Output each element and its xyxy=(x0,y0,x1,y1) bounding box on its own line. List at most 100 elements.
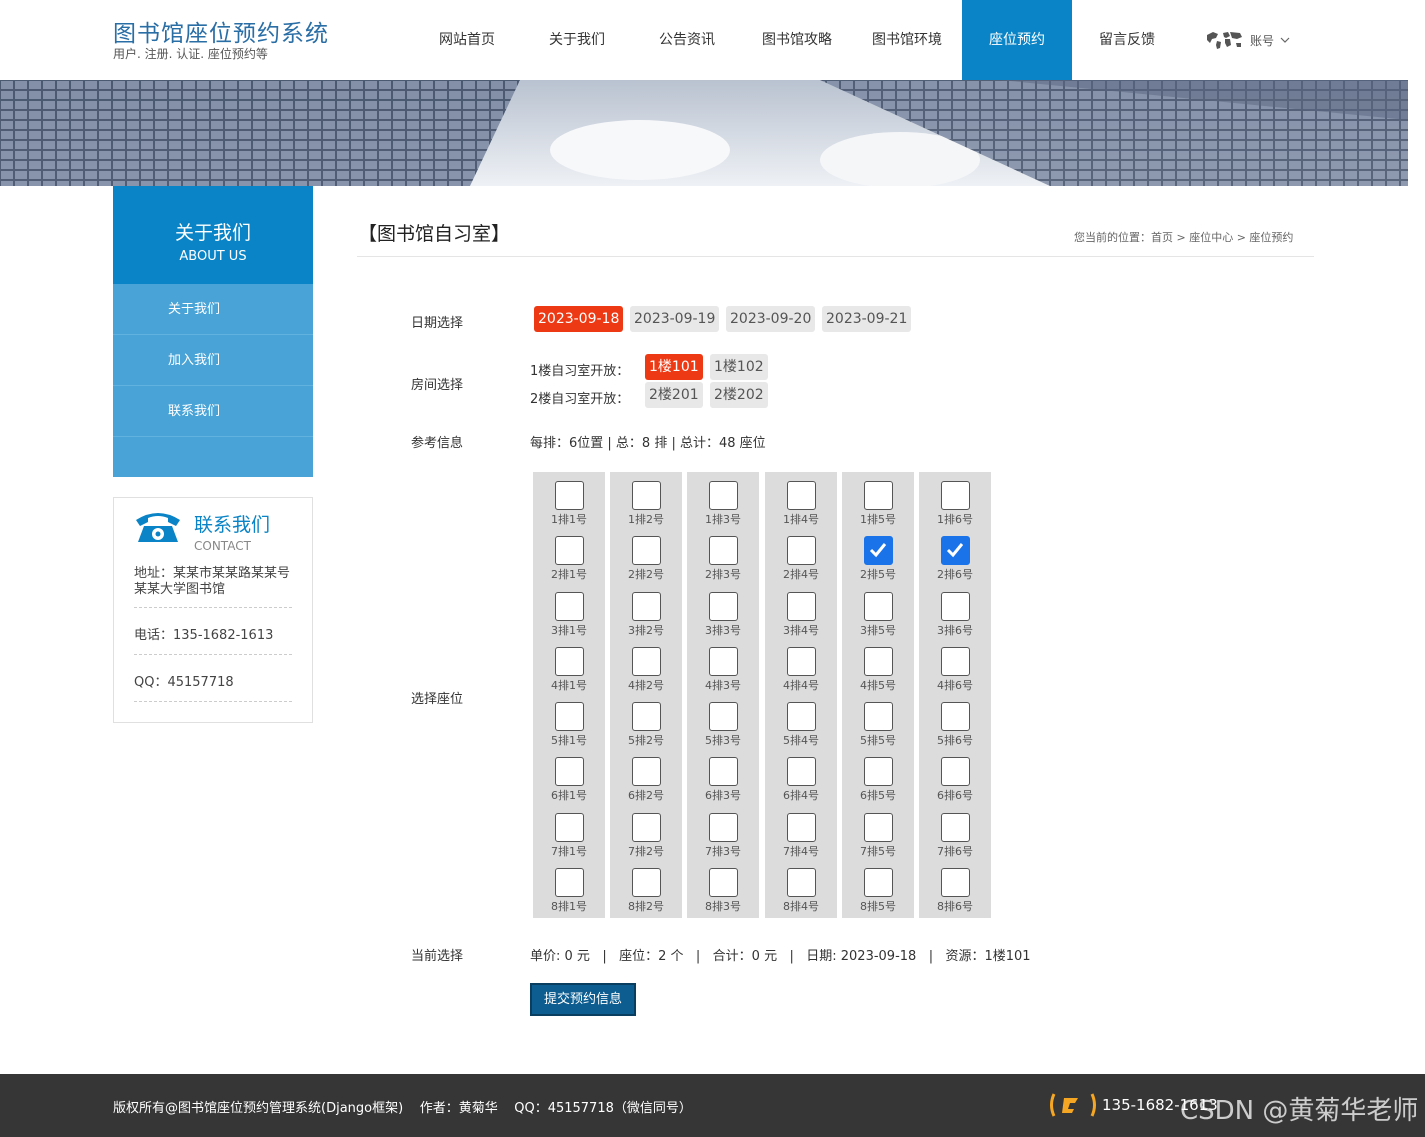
submit-booking-button[interactable]: 提交预约信息 xyxy=(530,983,636,1016)
seat-checkbox[interactable] xyxy=(786,592,816,621)
seat-checkbox[interactable] xyxy=(786,702,816,731)
nav-item-about[interactable]: 关于我们 xyxy=(522,0,632,80)
seat-checkbox[interactable] xyxy=(940,702,970,731)
seat-checkbox[interactable] xyxy=(863,647,893,676)
seat-item: 8排1号 xyxy=(533,868,605,914)
seat-checkbox[interactable] xyxy=(863,813,893,842)
seat-checkbox[interactable] xyxy=(940,647,970,676)
seat-checkbox[interactable] xyxy=(863,536,893,565)
sidebar-item-join[interactable]: 加入我们 xyxy=(113,335,313,386)
seat-checkbox[interactable] xyxy=(940,536,970,565)
seat-label: 8排1号 xyxy=(551,900,587,913)
seat-checkbox[interactable] xyxy=(631,592,661,621)
seat-label: 7排4号 xyxy=(783,845,819,858)
date-option[interactable]: 2023-09-21 xyxy=(822,306,912,332)
seat-item: 6排3号 xyxy=(687,757,759,803)
nav-item-news[interactable]: 公告资讯 xyxy=(632,0,742,80)
seat-checkbox[interactable] xyxy=(940,813,970,842)
nav-item-guide[interactable]: 图书馆攻略 xyxy=(742,0,852,80)
nav-item-seat-booking[interactable]: 座位预约 xyxy=(962,0,1072,80)
seat-checkbox[interactable] xyxy=(863,481,893,510)
date-option[interactable]: 2023-09-20 xyxy=(726,306,816,332)
seat-item: 2排5号 xyxy=(842,536,914,582)
seat-label: 1排5号 xyxy=(860,513,896,526)
seat-item: 6排2号 xyxy=(610,757,682,803)
seat-checkbox[interactable] xyxy=(786,757,816,786)
seat-item: 6排6号 xyxy=(919,757,991,803)
seat-checkbox[interactable] xyxy=(708,757,738,786)
room-option[interactable]: 2楼202 xyxy=(710,382,768,408)
seat-checkbox[interactable] xyxy=(554,647,584,676)
seat-label: 5排1号 xyxy=(551,734,587,747)
seat-label: 3排1号 xyxy=(551,624,587,637)
seat-item: 7排3号 xyxy=(687,813,759,859)
seat-checkbox[interactable] xyxy=(631,481,661,510)
contact-subtitle: CONTACT xyxy=(194,539,251,553)
seat-checkbox[interactable] xyxy=(940,592,970,621)
seat-label: 1排2号 xyxy=(628,513,664,526)
seat-checkbox[interactable] xyxy=(863,702,893,731)
check-icon xyxy=(869,543,886,558)
seat-item: 8排4号 xyxy=(765,868,837,914)
seat-checkbox[interactable] xyxy=(863,592,893,621)
seat-item: 5排3号 xyxy=(687,702,759,748)
seat-checkbox[interactable] xyxy=(554,481,584,510)
seat-checkbox[interactable] xyxy=(786,647,816,676)
nav-item-environment[interactable]: 图书馆环境 xyxy=(852,0,962,80)
seat-item: 1排5号 xyxy=(842,481,914,527)
seat-checkbox[interactable] xyxy=(554,702,584,731)
seat-item: 2排6号 xyxy=(919,536,991,582)
seat-checkbox[interactable] xyxy=(631,702,661,731)
nav-item-home[interactable]: 网站首页 xyxy=(412,0,522,80)
seat-checkbox[interactable] xyxy=(940,481,970,510)
seat-checkbox[interactable] xyxy=(940,868,970,897)
seat-checkbox[interactable] xyxy=(554,536,584,565)
date-option[interactable]: 2023-09-19 xyxy=(630,306,720,332)
seat-checkbox[interactable] xyxy=(554,813,584,842)
header: 图书馆座位预约系统 用户. 注册. 认证. 座位预约等 网站首页 关于我们 公告… xyxy=(0,0,1425,80)
seat-label: 选择座位 xyxy=(411,692,464,707)
seat-checkbox[interactable] xyxy=(863,868,893,897)
seat-checkbox[interactable] xyxy=(554,868,584,897)
seat-checkbox[interactable] xyxy=(631,813,661,842)
seat-checkbox[interactable] xyxy=(708,481,738,510)
seat-checkbox[interactable] xyxy=(708,813,738,842)
room-option[interactable]: 2楼201 xyxy=(645,382,703,408)
seat-item: 1排1号 xyxy=(533,481,605,527)
sidebar-item-contact[interactable]: 联系我们 xyxy=(113,386,313,437)
seat-checkbox[interactable] xyxy=(708,702,738,731)
seat-checkbox[interactable] xyxy=(940,757,970,786)
seat-label: 3排2号 xyxy=(628,624,664,637)
seat-checkbox[interactable] xyxy=(631,647,661,676)
room-option[interactable]: 1楼102 xyxy=(710,354,768,380)
seat-checkbox[interactable] xyxy=(708,536,738,565)
seat-checkbox[interactable] xyxy=(786,813,816,842)
seat-checkbox[interactable] xyxy=(708,592,738,621)
sidebar-item-about[interactable]: 关于我们 xyxy=(113,284,313,335)
site-title[interactable]: 图书馆座位预约系统 xyxy=(113,14,329,48)
seat-checkbox[interactable] xyxy=(631,536,661,565)
seat-checkbox[interactable] xyxy=(708,647,738,676)
seat-item: 4排6号 xyxy=(919,647,991,693)
seat-checkbox[interactable] xyxy=(708,868,738,897)
seat-checkbox[interactable] xyxy=(631,868,661,897)
seat-column: 1排1号 2排1号 3排1号 4排1号 5排1号 6排1号 7排1号 8排1号 xyxy=(533,472,605,918)
date-option[interactable]: 2023-09-18 xyxy=(534,306,624,332)
contact-address: 地址：某某市某某路某某号某某大学图书馆 xyxy=(134,566,292,608)
seat-checkbox[interactable] xyxy=(554,757,584,786)
room-option[interactable]: 1楼101 xyxy=(645,354,703,380)
seat-checkbox[interactable] xyxy=(786,536,816,565)
seat-label: 7排6号 xyxy=(937,845,973,858)
seat-item: 8排2号 xyxy=(610,868,682,914)
seat-checkbox[interactable] xyxy=(786,868,816,897)
seat-checkbox[interactable] xyxy=(631,757,661,786)
seat-checkbox[interactable] xyxy=(863,757,893,786)
seat-checkbox[interactable] xyxy=(786,481,816,510)
seat-checkbox[interactable] xyxy=(554,592,584,621)
seat-item: 3排6号 xyxy=(919,592,991,638)
nav-item-feedback[interactable]: 留言反馈 xyxy=(1072,0,1182,80)
seat-item: 2排4号 xyxy=(765,536,837,582)
check-icon xyxy=(946,543,963,558)
seat-label: 1排4号 xyxy=(783,513,819,526)
account-menu[interactable]: 账号 xyxy=(1204,27,1290,53)
